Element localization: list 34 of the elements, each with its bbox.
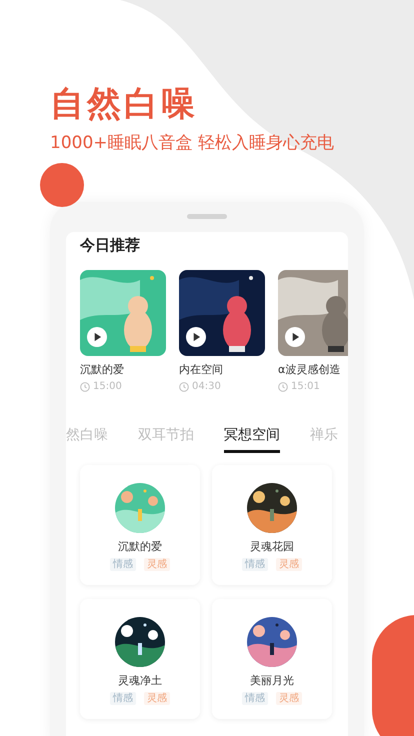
tag: 情感 bbox=[242, 558, 268, 571]
subtitle: 1000+睡眠八音盒 轻松入睡身心充电 bbox=[50, 132, 335, 154]
tag: 情感 bbox=[110, 558, 136, 571]
decor-circle bbox=[40, 163, 84, 207]
track-title: 沉默的爱 bbox=[80, 363, 125, 377]
album-title: 美丽月光 bbox=[250, 674, 294, 688]
track-title: 内在空间 bbox=[179, 363, 224, 377]
section-title: 今日推荐 bbox=[78, 235, 141, 254]
play-icon[interactable] bbox=[87, 327, 107, 347]
album-title: 沉默的爱 bbox=[118, 540, 162, 554]
speaker-icon bbox=[187, 214, 227, 219]
tag: 灵感 bbox=[276, 692, 302, 705]
category-tab[interactable]: 冥想空间 bbox=[224, 426, 280, 453]
track-duration: 15:01 bbox=[291, 381, 320, 393]
clock-icon bbox=[278, 382, 288, 392]
album-title: 灵魂净土 bbox=[118, 674, 162, 688]
headline: 自然白噪 bbox=[50, 84, 199, 124]
play-icon[interactable] bbox=[186, 327, 206, 347]
tag: 灵感 bbox=[276, 558, 302, 571]
album-card[interactable]: 美丽月光 情感 灵感 bbox=[212, 599, 332, 719]
tag: 灵感 bbox=[144, 692, 170, 705]
play-icon[interactable] bbox=[285, 327, 305, 347]
clock-icon bbox=[179, 382, 189, 392]
album-card[interactable]: 灵魂净土 情感 灵感 bbox=[80, 599, 200, 719]
track-duration: 15:00 bbox=[93, 381, 122, 393]
album-title: 灵魂花园 bbox=[250, 540, 294, 554]
clock-icon bbox=[80, 382, 90, 392]
album-card[interactable]: 沉默的爱 情感 灵感 bbox=[80, 465, 200, 585]
album-card[interactable]: 灵魂花园 情感 灵感 bbox=[212, 465, 332, 585]
track-title: α波灵感创造 bbox=[278, 363, 342, 377]
track-duration: 04:30 bbox=[192, 381, 221, 393]
tag: 情感 bbox=[242, 692, 268, 705]
tag: 灵感 bbox=[144, 558, 170, 571]
tag: 情感 bbox=[110, 692, 136, 705]
